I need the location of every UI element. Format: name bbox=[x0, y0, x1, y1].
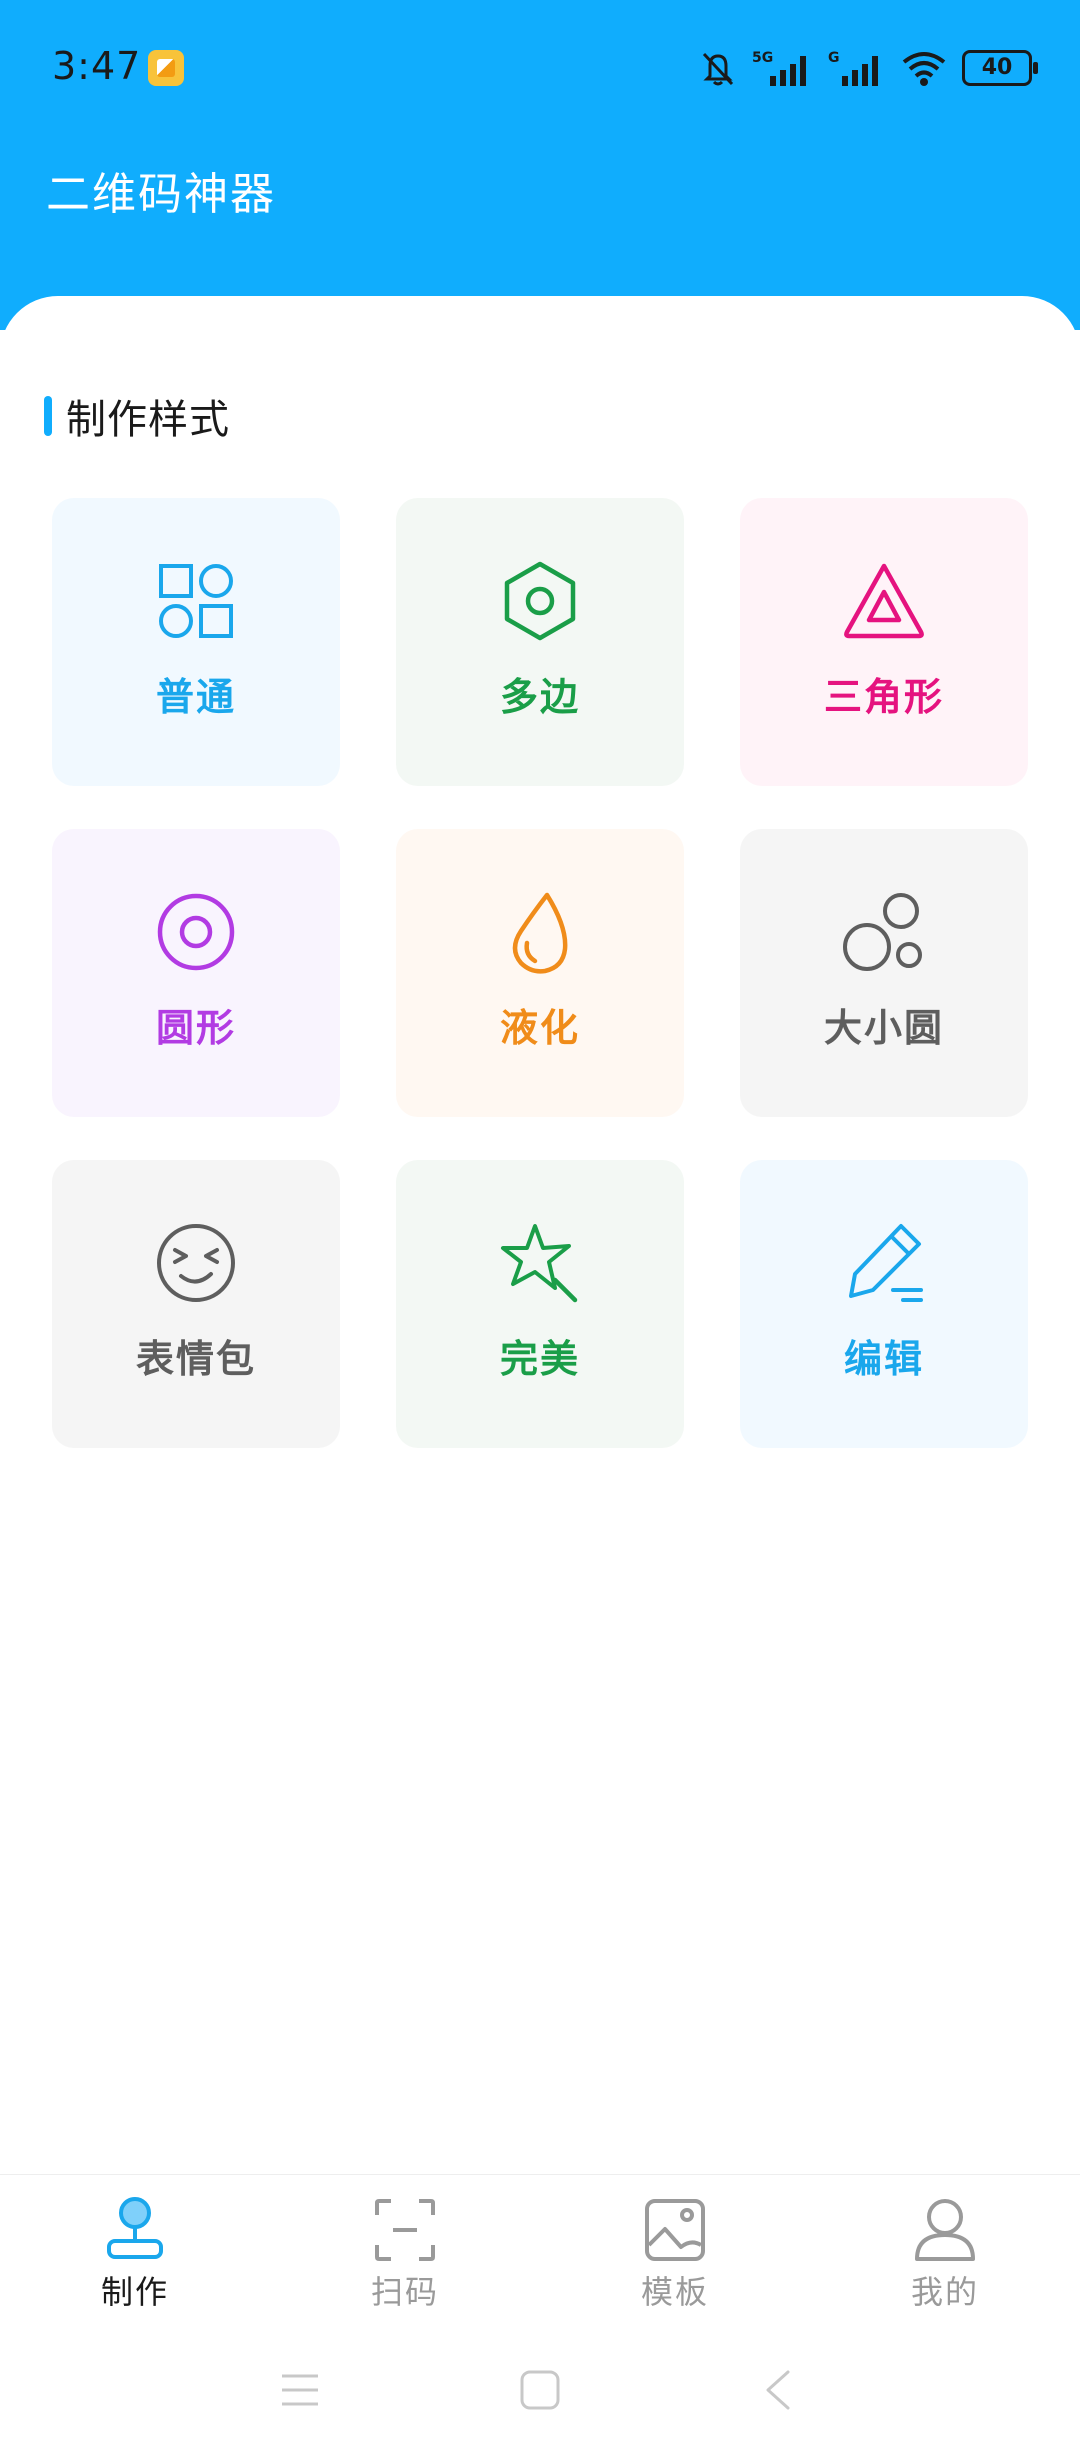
battery-icon: 40 bbox=[962, 50, 1038, 86]
star-wand-icon bbox=[501, 1224, 578, 1303]
nav-item-scan[interactable]: 扫码 bbox=[325, 2197, 485, 2317]
squares-circles-icon bbox=[159, 564, 233, 638]
scan-icon bbox=[375, 2199, 435, 2261]
style-tile-label: 普通 bbox=[155, 675, 236, 719]
mute-bell-icon bbox=[702, 52, 734, 86]
status-bar: 3:47 5G G 40 bbox=[0, 0, 1080, 136]
style-tile-label: 编辑 bbox=[843, 1337, 924, 1381]
style-tile-label: 液化 bbox=[499, 1006, 580, 1050]
style-tile-label: 圆形 bbox=[155, 1006, 236, 1050]
battery-level: 40 bbox=[981, 55, 1013, 80]
style-tile-perfect[interactable]: 完美 bbox=[396, 1160, 684, 1448]
joystick-icon bbox=[107, 2197, 163, 2259]
nav-label: 扫码 bbox=[370, 2273, 439, 2311]
style-tile-label: 多边 bbox=[499, 675, 580, 719]
image-icon bbox=[645, 2199, 705, 2261]
pencil-icon bbox=[849, 1224, 923, 1302]
style-tile-normal[interactable]: 普通 bbox=[52, 498, 340, 786]
nav-label: 模板 bbox=[640, 2273, 709, 2311]
notification-app-icon bbox=[148, 50, 184, 86]
triangle-icon bbox=[844, 563, 924, 639]
nav-label: 制作 bbox=[100, 2273, 169, 2311]
bottom-nav: 制作 扫码 模板 我的 bbox=[0, 2174, 1080, 2325]
back-icon[interactable] bbox=[758, 2368, 802, 2412]
signal-5g-icon: 5G bbox=[752, 50, 806, 86]
nav-label: 我的 bbox=[910, 2273, 979, 2311]
home-icon[interactable] bbox=[518, 2368, 562, 2412]
style-tile-emoji[interactable]: 表情包 bbox=[52, 1160, 340, 1448]
system-nav-bar bbox=[0, 2324, 1080, 2460]
nav-item-make[interactable]: 制作 bbox=[55, 2197, 215, 2317]
nav-item-template[interactable]: 模板 bbox=[595, 2197, 755, 2317]
hexagon-icon bbox=[504, 561, 576, 641]
style-tile-bubbles[interactable]: 大小圆 bbox=[740, 829, 1028, 1117]
user-icon bbox=[915, 2199, 975, 2261]
style-tile-circle[interactable]: 圆形 bbox=[52, 829, 340, 1117]
style-tile-triangle[interactable]: 三角形 bbox=[740, 498, 1028, 786]
menu-icon[interactable] bbox=[278, 2368, 322, 2412]
style-tile-label: 大小圆 bbox=[823, 1006, 944, 1050]
style-tile-polygon[interactable]: 多边 bbox=[396, 498, 684, 786]
bubbles-icon bbox=[843, 893, 922, 971]
svg-text:G: G bbox=[828, 50, 840, 66]
app-title: 二维码神器 bbox=[46, 169, 276, 220]
nav-item-mine[interactable]: 我的 bbox=[865, 2197, 1025, 2317]
emoji-face-icon bbox=[157, 1224, 235, 1302]
style-tile-label: 表情包 bbox=[135, 1337, 256, 1381]
ring-icon bbox=[157, 893, 235, 971]
style-tile-edit[interactable]: 编辑 bbox=[740, 1160, 1028, 1448]
wifi-icon bbox=[902, 52, 946, 86]
droplet-icon bbox=[512, 892, 568, 974]
signal-g-icon: G bbox=[828, 50, 878, 86]
section-header: 制作样式 bbox=[44, 394, 230, 443]
status-time: 3:47 bbox=[52, 44, 142, 88]
section-accent-bar bbox=[44, 396, 52, 436]
style-tile-liquid[interactable]: 液化 bbox=[396, 829, 684, 1117]
section-title: 制作样式 bbox=[66, 397, 230, 443]
style-tile-label: 三角形 bbox=[823, 675, 944, 719]
svg-text:5G: 5G bbox=[752, 50, 773, 66]
status-icons: 5G G 40 bbox=[698, 46, 1038, 90]
style-tile-label: 完美 bbox=[499, 1337, 580, 1381]
